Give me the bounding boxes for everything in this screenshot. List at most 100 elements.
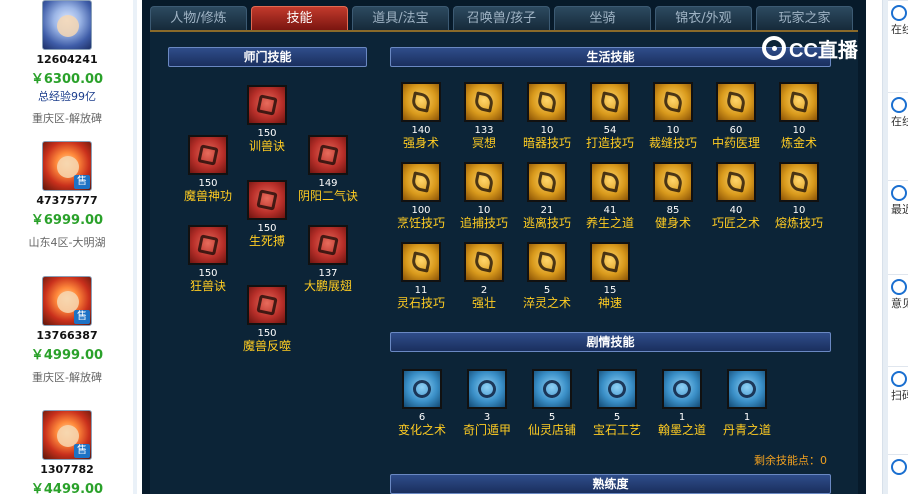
skill-icon[interactable]	[527, 242, 567, 282]
listing-server[interactable]: 山东4区-大明湖	[0, 234, 134, 250]
skill-level: 10	[540, 125, 554, 136]
school-skill[interactable]: 150 魔兽神功	[178, 135, 238, 203]
tab-items[interactable]: 道具/法宝	[352, 6, 449, 30]
customer-service-button[interactable]: 在线客服	[888, 92, 908, 172]
game-window: 人物/修炼 技能 道具/法宝 召唤兽/孩子 坐骑 锦衣/外观 玩家之家 师门技能…	[142, 0, 866, 494]
school-skill[interactable]: 137 大鹏展翅	[298, 225, 358, 293]
school-skill[interactable]: 150 魔兽反噬	[237, 285, 297, 353]
listing-id: 47375777	[36, 194, 98, 207]
life-skill[interactable]: 10 熔炼技巧	[769, 162, 829, 230]
skill-icon[interactable]	[308, 225, 348, 265]
story-skill[interactable]: 1 翰墨之道	[652, 369, 712, 437]
skill-level: 21	[540, 205, 554, 216]
skill-icon[interactable]	[401, 82, 441, 122]
skill-icon[interactable]	[464, 162, 504, 202]
life-skill[interactable]: 10 炼金术	[769, 82, 829, 150]
clock-icon	[891, 185, 907, 201]
life-skill[interactable]: 85 健身术	[643, 162, 703, 230]
story-skill[interactable]: 1 丹青之道	[717, 369, 777, 437]
story-skills-header: 剧情技能	[390, 332, 831, 352]
life-skill[interactable]: 140 强身术	[391, 82, 451, 150]
listing-card[interactable]: 售 13766387 ￥4999.00 重庆区-解放碑	[0, 276, 134, 385]
skill-icon[interactable]	[188, 135, 228, 175]
skill-icon[interactable]	[464, 82, 504, 122]
school-skill[interactable]: 150 训兽诀	[237, 85, 297, 153]
skill-icon[interactable]	[779, 82, 819, 122]
life-skill[interactable]: 2 强壮	[454, 242, 514, 310]
skill-level: 15	[603, 285, 617, 296]
life-skill[interactable]: 40 巧匠之术	[706, 162, 766, 230]
story-skill[interactable]: 6 变化之术	[392, 369, 452, 437]
skill-icon[interactable]	[590, 242, 630, 282]
skill-icon[interactable]	[401, 242, 441, 282]
tab-home[interactable]: 玩家之家	[756, 6, 853, 30]
skill-icon[interactable]	[716, 162, 756, 202]
skill-icon[interactable]	[247, 285, 287, 325]
tab-skills[interactable]: 技能	[251, 6, 348, 30]
skill-icon[interactable]	[662, 369, 702, 409]
story-skill[interactable]: 5 仙灵店铺	[522, 369, 582, 437]
life-skill[interactable]: 133 冥想	[454, 82, 514, 150]
skills-panel: 师门技能 生活技能 150 训兽诀 150 魔兽神功 149 阴阳二气诀 150 生死搏…	[150, 30, 858, 494]
listing-card[interactable]: 12604241 ￥6300.00 总经验99亿 重庆区-解放碑	[0, 0, 134, 126]
skill-icon[interactable]	[247, 85, 287, 125]
life-skill[interactable]: 5 淬灵之术	[517, 242, 577, 310]
skill-icon[interactable]	[590, 82, 630, 122]
skill-icon[interactable]	[467, 369, 507, 409]
skill-name: 冥想	[471, 136, 496, 150]
listing-server[interactable]: 重庆区-解放碑	[0, 369, 134, 385]
skill-icon[interactable]	[532, 369, 572, 409]
skill-icon[interactable]	[188, 225, 228, 265]
life-skill[interactable]: 60 中药医理	[706, 82, 766, 150]
listing-card[interactable]: 售 1307782 ￥4499.00	[0, 410, 134, 494]
life-skill[interactable]: 10 裁缝技巧	[643, 82, 703, 150]
skill-icon[interactable]	[597, 369, 637, 409]
skill-level: 150	[257, 223, 277, 234]
skill-icon[interactable]	[727, 369, 767, 409]
tab-mount[interactable]: 坐骑	[554, 6, 651, 30]
skill-icon[interactable]	[401, 162, 441, 202]
life-skill[interactable]: 11 灵石技巧	[391, 242, 451, 310]
listing-card[interactable]: 售 47375777 ￥6999.00 山东4区-大明湖	[0, 141, 134, 250]
life-skill[interactable]: 21 逃离技巧	[517, 162, 577, 230]
life-skill[interactable]: 54 打造技巧	[580, 82, 640, 150]
listing-server[interactable]: 重庆区-解放碑	[0, 110, 134, 126]
story-skill[interactable]: 3 奇门遁甲	[457, 369, 517, 437]
school-skill[interactable]: 150 狂兽诀	[178, 225, 238, 293]
school-skill[interactable]: 149 阴阳二气诀	[298, 135, 358, 203]
skill-icon[interactable]	[716, 82, 756, 122]
skill-icon[interactable]	[527, 162, 567, 202]
life-skill[interactable]: 41 养生之道	[580, 162, 640, 230]
skill-icon[interactable]	[653, 162, 693, 202]
tab-outfit[interactable]: 锦衣/外观	[655, 6, 752, 30]
character-avatar[interactable]	[42, 0, 92, 50]
skill-icon[interactable]	[653, 82, 693, 122]
tab-character[interactable]: 人物/修炼	[150, 6, 247, 30]
skill-icon[interactable]	[590, 162, 630, 202]
skill-level: 1	[743, 412, 751, 423]
watermark-text: CC直播	[789, 39, 858, 62]
recent-browse-button[interactable]: 最近浏览	[888, 180, 908, 260]
online-sprite-button[interactable]: 在线精灵	[888, 0, 908, 80]
life-skill[interactable]: 15 神速	[580, 242, 640, 310]
skill-icon[interactable]	[247, 180, 287, 220]
skill-icon[interactable]	[779, 162, 819, 202]
character-avatar[interactable]: 售	[42, 141, 92, 191]
life-skill[interactable]: 10 暗器技巧	[517, 82, 577, 150]
skill-level: 10	[477, 205, 491, 216]
life-skill[interactable]: 100 烹饪技巧	[391, 162, 451, 230]
listing-id: 1307782	[40, 463, 94, 476]
back-to-top-button[interactable]	[888, 454, 908, 494]
tab-summons[interactable]: 召唤兽/孩子	[453, 6, 550, 30]
skill-icon[interactable]	[308, 135, 348, 175]
school-skill[interactable]: 150 生死搏	[237, 180, 297, 248]
scan-download-button[interactable]: 扫码下载	[888, 366, 908, 446]
character-avatar[interactable]: 售	[42, 410, 92, 460]
skill-icon[interactable]	[527, 82, 567, 122]
character-avatar[interactable]: 售	[42, 276, 92, 326]
story-skill[interactable]: 5 宝石工艺	[587, 369, 647, 437]
skill-icon[interactable]	[464, 242, 504, 282]
skill-icon[interactable]	[402, 369, 442, 409]
life-skill[interactable]: 10 追捕技巧	[454, 162, 514, 230]
feedback-button[interactable]: 意见反馈	[888, 274, 908, 354]
